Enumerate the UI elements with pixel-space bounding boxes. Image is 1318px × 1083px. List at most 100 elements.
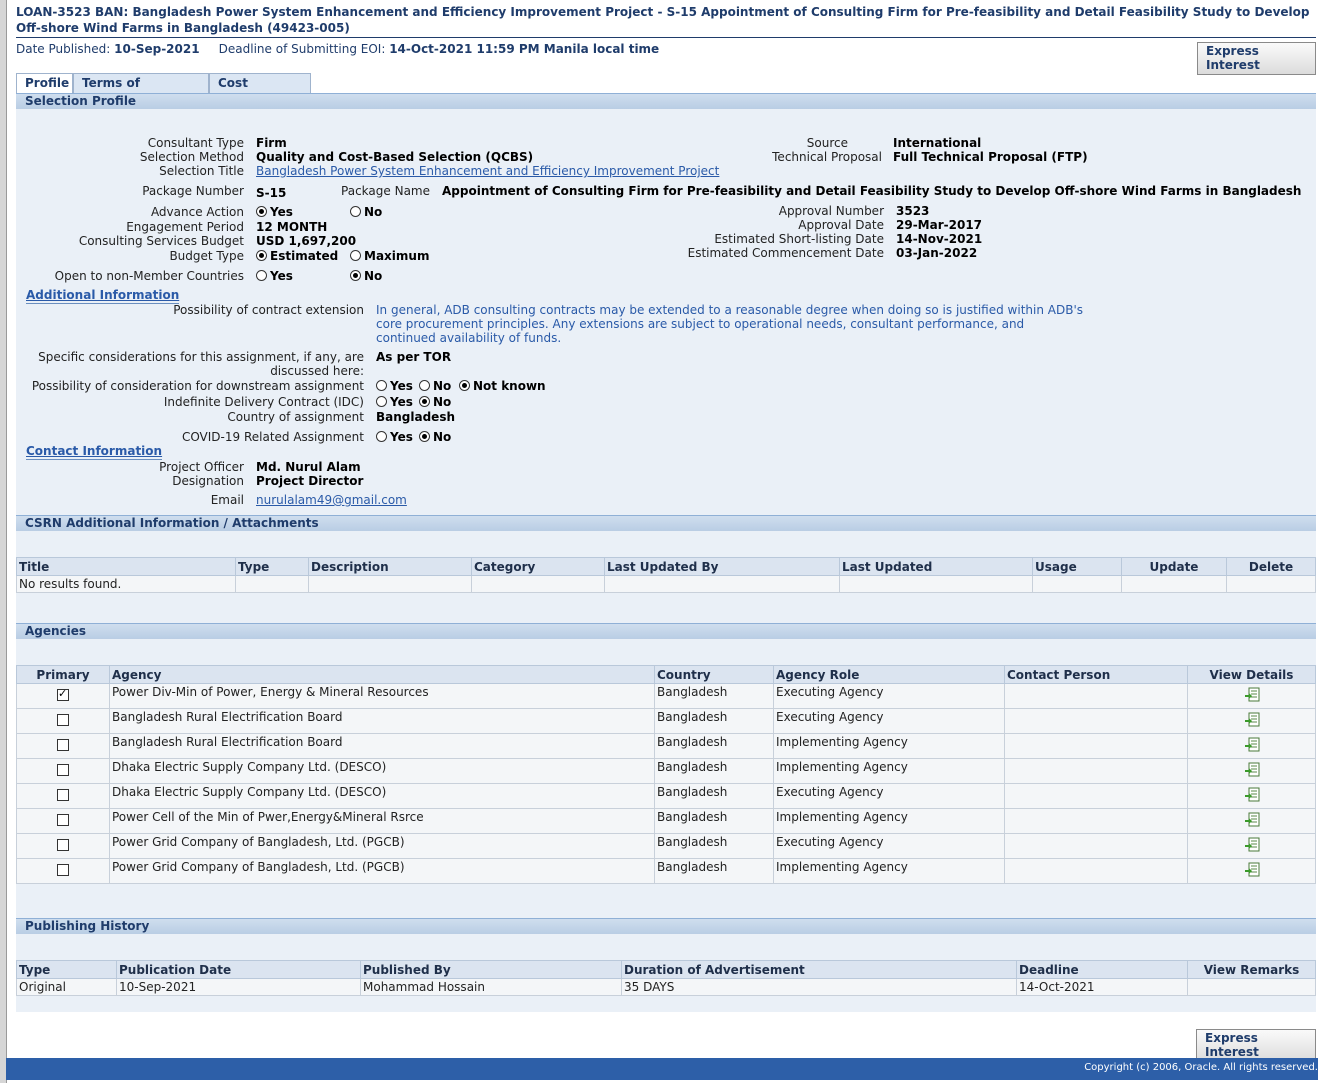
col-country[interactable]: Country <box>654 665 774 684</box>
advance-action-no[interactable]: No <box>350 205 382 219</box>
view-details-cell <box>1187 833 1316 859</box>
email-link[interactable]: nurulalam49@gmail.com <box>256 493 407 507</box>
primary-checkbox[interactable] <box>57 687 69 701</box>
col-contact-person[interactable]: Contact Person <box>1004 665 1188 684</box>
covid-no[interactable]: No <box>419 430 451 444</box>
downstream-yes[interactable]: Yes <box>376 379 413 393</box>
col-delete[interactable]: Delete <box>1226 557 1316 576</box>
view-details-cell <box>1187 858 1316 884</box>
approval-date-value: 29-Mar-2017 <box>896 218 983 232</box>
additional-information-heading[interactable]: Additional Information <box>26 288 180 304</box>
view-details-icon[interactable] <box>1244 862 1260 878</box>
col-view-remarks[interactable]: View Remarks <box>1187 960 1316 979</box>
package-name-value: Appointment of Consulting Firm for Pre-f… <box>442 184 1302 198</box>
col-last-updated-by[interactable]: Last Updated By <box>604 557 840 576</box>
radio-empty-icon <box>350 206 361 217</box>
primary-checkbox[interactable] <box>57 813 69 826</box>
col-view-details[interactable]: View Details <box>1187 665 1316 684</box>
history-type-cell: Original <box>16 978 117 996</box>
view-details-icon[interactable] <box>1244 787 1260 803</box>
downstream-not-known[interactable]: Not known <box>459 379 546 393</box>
col-type[interactable]: Type <box>235 557 309 576</box>
downstream-label: Possibility of consideration for downstr… <box>31 379 364 393</box>
idc-label: Indefinite Delivery Contract (IDC) <box>163 395 364 409</box>
advance-action-yes[interactable]: Yes <box>256 205 293 219</box>
empty-cell <box>1121 575 1227 593</box>
tab-cost-estimate[interactable]: Cost Estimate <box>209 73 311 109</box>
country-of-assignment-label: Country of assignment <box>227 410 364 424</box>
radio-empty-icon <box>256 270 267 281</box>
open-non-member-yes[interactable]: Yes <box>256 269 293 283</box>
agency-cell: Bangladesh Rural Electrification Board <box>109 708 655 734</box>
primary-cell <box>16 683 110 709</box>
table-row: Power Grid Company of Bangladesh, Ltd. (… <box>16 858 1316 884</box>
view-details-icon[interactable] <box>1244 737 1260 753</box>
idc-no[interactable]: No <box>419 395 451 409</box>
col-history-type[interactable]: Type <box>16 960 117 979</box>
radio-label: No <box>364 269 383 283</box>
view-details-cell <box>1187 783 1316 809</box>
table-row: Dhaka Electric Supply Company Ltd. (DESC… <box>16 758 1316 784</box>
col-agency[interactable]: Agency <box>109 665 655 684</box>
col-duration[interactable]: Duration of Advertisement <box>621 960 1017 979</box>
col-category[interactable]: Category <box>471 557 605 576</box>
country-cell: Bangladesh <box>654 733 774 759</box>
view-details-cell <box>1187 708 1316 734</box>
empty-cell <box>1226 575 1316 593</box>
designation-value: Project Director <box>256 474 364 488</box>
view-details-icon[interactable] <box>1244 762 1260 778</box>
view-details-icon[interactable] <box>1244 812 1260 828</box>
budget-value: USD 1,697,200 <box>256 234 357 248</box>
view-details-icon[interactable] <box>1244 837 1260 853</box>
tab-profile[interactable]: Profile <box>16 73 73 93</box>
view-details-cell <box>1187 683 1316 709</box>
budget-type-estimated[interactable]: Estimated <box>256 249 338 263</box>
publishing-history-header: Publishing History <box>16 918 1316 934</box>
title-divider <box>16 37 1316 38</box>
radio-empty-icon <box>350 250 361 261</box>
primary-checkbox[interactable] <box>57 863 69 876</box>
contact-person-cell <box>1004 783 1188 809</box>
engagement-period-label: Engagement Period <box>126 220 244 234</box>
country-cell: Bangladesh <box>654 833 774 859</box>
history-date-cell: 10-Sep-2021 <box>116 978 361 996</box>
col-published-by[interactable]: Published By <box>360 960 622 979</box>
contact-information-heading[interactable]: Contact Information <box>26 444 163 460</box>
col-last-updated[interactable]: Last Updated <box>839 557 1033 576</box>
express-interest-button-top[interactable]: Express Interest <box>1197 42 1316 75</box>
radio-empty-icon <box>376 380 387 391</box>
contact-person-cell <box>1004 708 1188 734</box>
country-cell: Bangladesh <box>654 858 774 884</box>
col-usage[interactable]: Usage <box>1032 557 1122 576</box>
contact-person-cell <box>1004 833 1188 859</box>
specific-considerations-label-1: Specific considerations for this assignm… <box>38 350 364 364</box>
contract-extension-text: In general, ADB consulting contracts may… <box>376 303 1083 345</box>
no-results-text: No results found. <box>16 575 236 593</box>
downstream-no[interactable]: No <box>419 379 451 393</box>
col-description[interactable]: Description <box>308 557 472 576</box>
selection-title-link[interactable]: Bangladesh Power System Enhancement and … <box>256 164 719 178</box>
view-details-icon[interactable] <box>1244 687 1260 703</box>
view-details-icon[interactable] <box>1244 712 1260 728</box>
col-deadline[interactable]: Deadline <box>1016 960 1188 979</box>
primary-checkbox[interactable] <box>57 713 69 726</box>
covid-yes[interactable]: Yes <box>376 430 413 444</box>
agency-role-cell: Implementing Agency <box>773 858 1005 884</box>
csrn-header: CSRN Additional Information / Attachment… <box>16 515 1316 531</box>
col-publication-date[interactable]: Publication Date <box>116 960 361 979</box>
package-number-value: S-15 <box>256 186 287 200</box>
col-title[interactable]: Title <box>16 557 236 576</box>
col-agency-role[interactable]: Agency Role <box>773 665 1005 684</box>
col-primary[interactable]: Primary <box>16 665 110 684</box>
primary-checkbox[interactable] <box>57 738 69 751</box>
country-of-assignment-value: Bangladesh <box>376 410 456 424</box>
open-non-member-no[interactable]: No <box>350 269 382 283</box>
budget-type-maximum[interactable]: Maximum <box>350 249 429 263</box>
primary-checkbox[interactable] <box>57 788 69 801</box>
primary-checkbox[interactable] <box>57 838 69 851</box>
primary-checkbox[interactable] <box>57 763 69 776</box>
empty-cell <box>604 575 840 593</box>
col-update[interactable]: Update <box>1121 557 1227 576</box>
idc-yes[interactable]: Yes <box>376 395 413 409</box>
tab-terms-of-reference[interactable]: Terms of Reference <box>73 73 209 109</box>
